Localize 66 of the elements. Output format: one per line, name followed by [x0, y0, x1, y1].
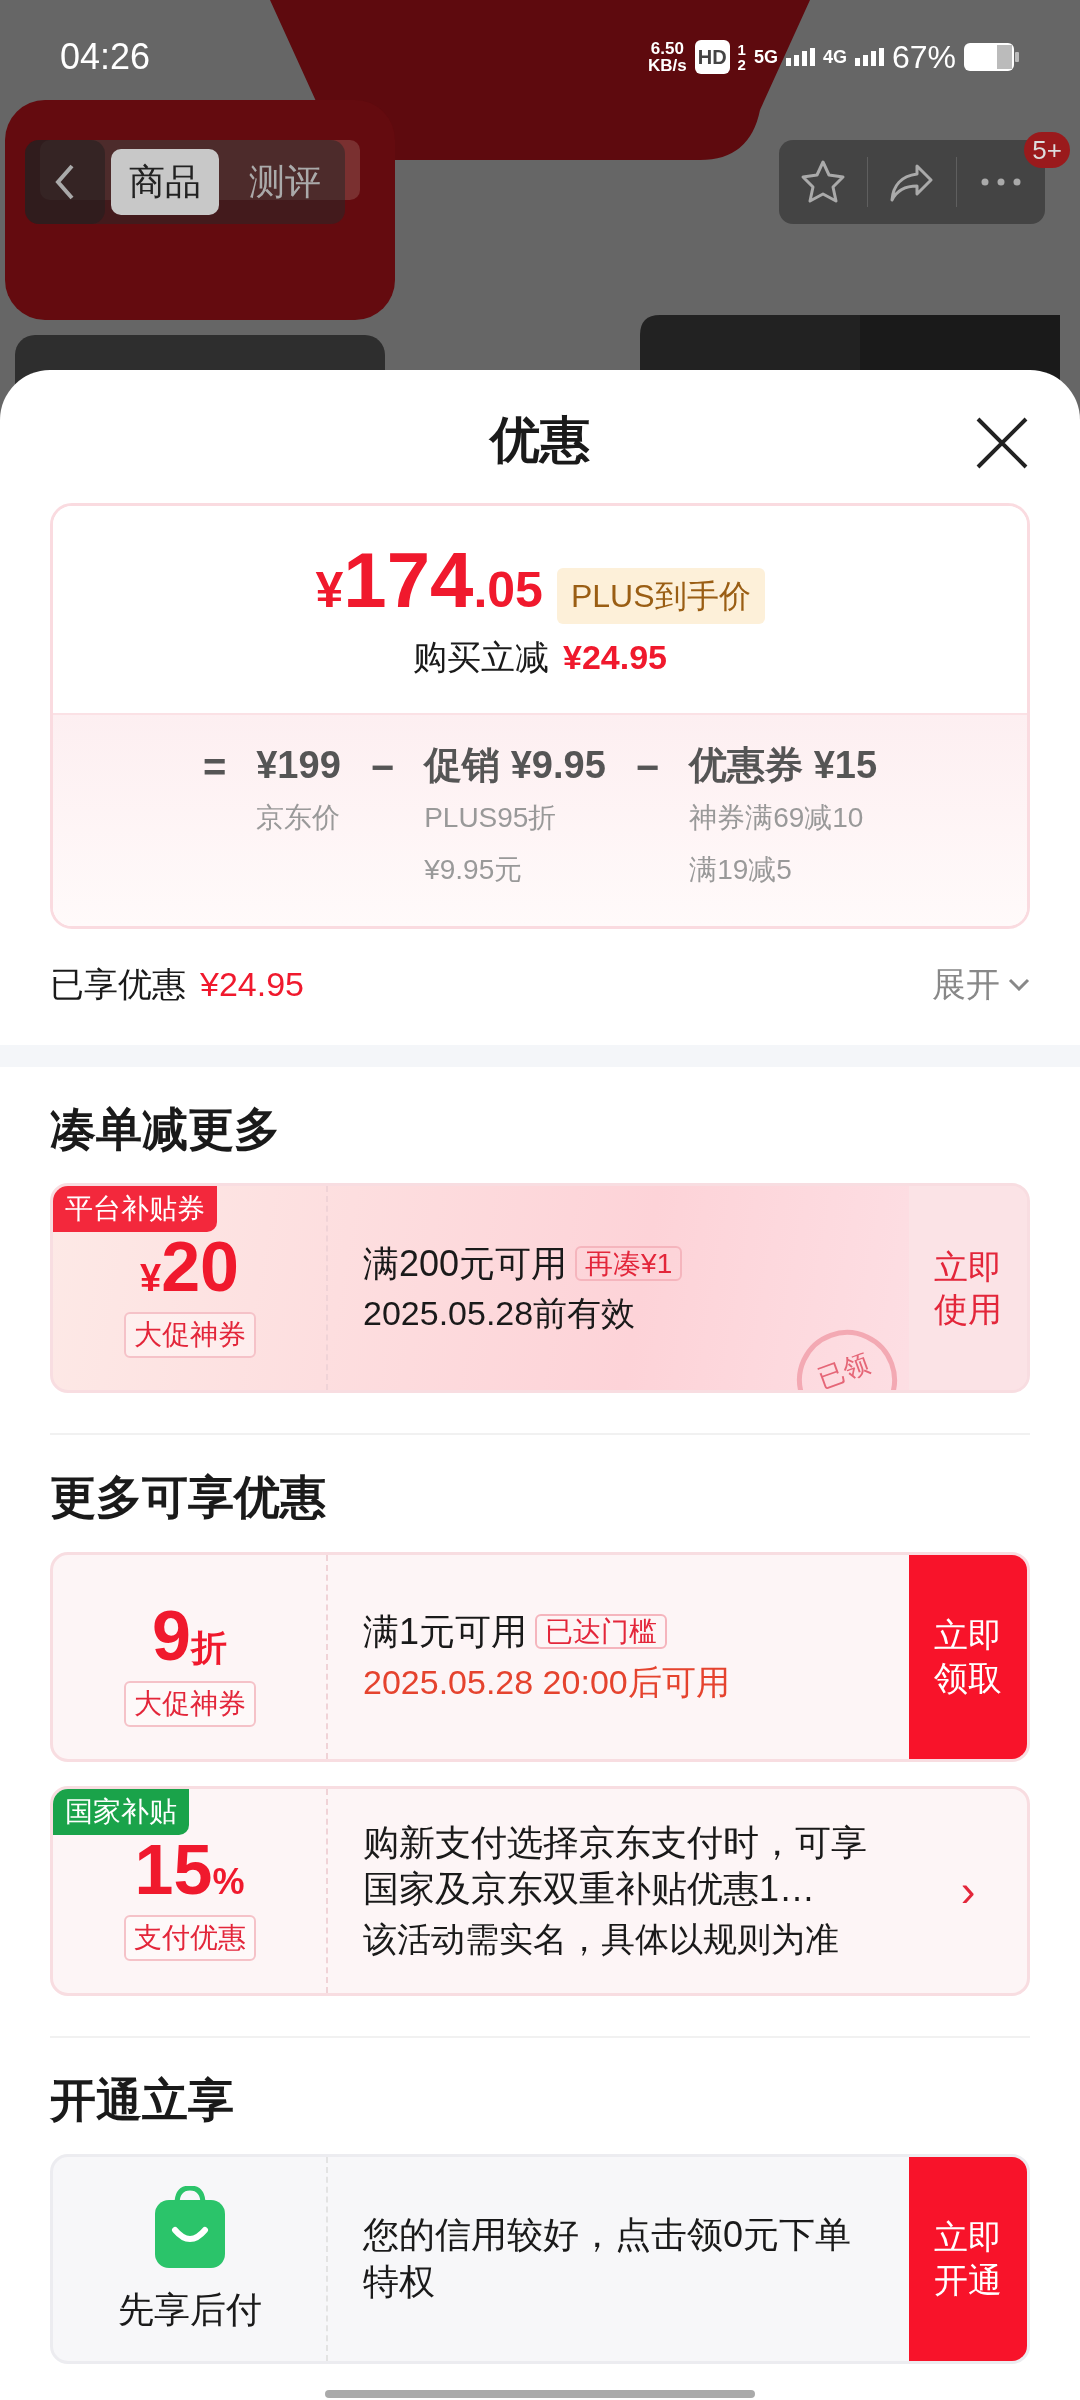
tab[interactable]: 测评: [231, 149, 339, 215]
breakdown-note: 满19减5: [689, 852, 793, 887]
coupon-condition: 满1元可用: [363, 1611, 528, 1653]
coupon-condition: 购新支付选择京东支付时，可享国家及京东双重补贴优惠1…: [363, 1820, 868, 1912]
sheet-title: 优惠: [488, 411, 591, 470]
coupon-condition: 满200元可用: [363, 1242, 568, 1284]
close-button[interactable]: [974, 415, 1030, 471]
share-icon: [889, 162, 935, 202]
coupon-condition: 您的信用较好，点击领0元下单特权: [363, 2213, 853, 2304]
coupon-tag: 大促神券: [123, 1680, 256, 1727]
claim-button[interactable]: 立即领取: [909, 1554, 1027, 1759]
more-icon: [981, 178, 1021, 186]
claim-button[interactable]: 立即开通: [909, 2156, 1027, 2361]
breakdown-note: ¥9.95元: [424, 852, 524, 887]
breakdown-note: PLUS95折: [424, 800, 558, 835]
final-price: ¥174.05: [315, 541, 543, 619]
coupon-value: 9折: [152, 1600, 227, 1671]
section-title: 凑单减更多: [50, 1101, 281, 1157]
battery-icon: [964, 43, 1020, 71]
shopping-bag-icon: [154, 2186, 225, 2269]
battery-level: 67%: [891, 38, 956, 77]
cut-label: 购买立减: [413, 637, 549, 678]
coupon-tag: 支付优惠: [123, 1914, 256, 1961]
section-title: 开通立享: [50, 2072, 235, 2128]
coupon-validity: 2025.05.28前有效: [363, 1293, 637, 1335]
breakdown-amount: 优惠券 ¥15: [689, 745, 878, 787]
sim-label: 1: [737, 42, 746, 57]
operator-sign: =: [202, 745, 227, 791]
close-icon: [974, 415, 1030, 471]
coupon-caption: 先享后付: [117, 2288, 262, 2332]
status-time: 04:26: [60, 35, 151, 79]
coupon-value: ¥20: [140, 1232, 239, 1303]
sim-label: 2: [737, 57, 746, 72]
breakdown-note: 京东价: [256, 800, 341, 835]
cut-amount: ¥24.95: [563, 637, 667, 678]
condition-tag: 再凑¥1: [575, 1245, 683, 1281]
network-type: 5G: [753, 45, 778, 69]
chevron-down-icon: [1008, 977, 1030, 991]
back-icon: [54, 164, 76, 200]
breakdown-note: 神券满69减10: [689, 800, 865, 835]
signal-icon: [854, 48, 884, 66]
operator-sign: −: [635, 745, 660, 791]
speed-unit: KB/s: [647, 57, 687, 74]
condition-tag: 已达门槛: [535, 1614, 668, 1650]
coupon-value: 15%: [134, 1834, 245, 1905]
coupon-validity: 该活动需实名，具体以规则为准: [363, 1919, 840, 1961]
tab[interactable]: 商品: [111, 149, 219, 215]
network-speed: 6.50: [649, 40, 685, 57]
saved-label: 已享优惠: [50, 963, 186, 1005]
star-icon: [799, 159, 847, 205]
network-type: 4G: [822, 45, 847, 69]
saved-amount: ¥24.95: [200, 963, 304, 1005]
coupon-validity: 2025.05.28 20:00后可用: [363, 1661, 731, 1703]
signal-icon: [785, 48, 815, 66]
coupon-ribbon: 国家补贴: [53, 1788, 189, 1835]
coupon-ribbon: 平台补贴券: [53, 1186, 217, 1233]
coupon-tag: 大促神券: [123, 1312, 256, 1359]
expand-button[interactable]: 展开: [932, 958, 1030, 1010]
chevron-right-button[interactable]: ›: [909, 1788, 1027, 1993]
price-tag: PLUS到手价: [556, 568, 765, 624]
breakdown-amount: ¥199: [256, 745, 341, 787]
breakdown-amount: 促销 ¥9.95: [424, 745, 606, 787]
back-button[interactable]: [25, 140, 105, 224]
section-title: 更多可享优惠: [50, 1470, 327, 1526]
operator-sign: −: [370, 745, 395, 791]
hd-badge: HD: [694, 40, 730, 74]
